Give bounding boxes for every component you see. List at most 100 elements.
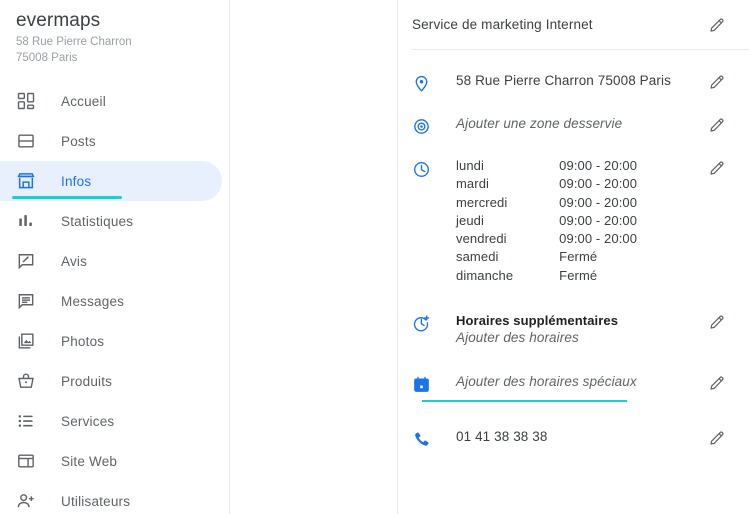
clock-plus-icon bbox=[412, 314, 431, 333]
storefront-icon bbox=[16, 171, 36, 191]
address-edit-cell bbox=[703, 72, 731, 91]
sidebar-item-label: Photos bbox=[61, 333, 105, 349]
brand-address-line-1: 58 Rue Pierre Charron bbox=[16, 36, 132, 48]
sidebar-item-label: Utilisateurs bbox=[61, 493, 131, 509]
extra-hours-placeholder: Ajouter des horaires bbox=[456, 330, 579, 346]
sidebar-item-label: Posts bbox=[61, 133, 96, 149]
bar-chart-icon bbox=[16, 211, 36, 231]
sidebar-item-services[interactable]: Services bbox=[0, 401, 229, 441]
target-pin-icon bbox=[412, 117, 431, 136]
hours-edit-cell bbox=[703, 158, 731, 177]
clock-icon bbox=[412, 160, 431, 179]
hours-row: samedi Fermé bbox=[456, 249, 637, 267]
hours-day: dimanche bbox=[456, 267, 514, 283]
phone-icon bbox=[412, 430, 431, 449]
extra-hours-edit-cell bbox=[703, 312, 731, 331]
message-icon bbox=[16, 291, 36, 311]
sidebar-item-label: Statistiques bbox=[61, 213, 134, 229]
hours-time: 09:00 - 20:00 bbox=[559, 231, 638, 247]
sidebar-item-avis[interactable]: Avis bbox=[0, 241, 229, 281]
location-pin-icon bbox=[412, 74, 431, 93]
extra-hours-body: Horaires supplémentaires Ajouter des hor… bbox=[456, 312, 703, 347]
pencil-icon[interactable] bbox=[708, 374, 726, 392]
hours-time: Fermé bbox=[559, 267, 598, 283]
basket-icon bbox=[16, 371, 36, 391]
pencil-icon[interactable] bbox=[708, 116, 726, 134]
phone-body: 01 41 38 38 38 bbox=[456, 428, 703, 446]
hours-day: lundi bbox=[456, 158, 484, 173]
sidebar-item-site-web[interactable]: Site Web bbox=[0, 441, 229, 481]
photo-icon bbox=[16, 331, 36, 351]
sidebar-item-utilisateurs[interactable]: Utilisateurs bbox=[0, 481, 229, 514]
dashboard-icon bbox=[16, 91, 36, 111]
hours-body: lundi 09:00 - 20:00 mardi 09:00 - 20:00 … bbox=[456, 158, 703, 286]
hours-row: lundi 09:00 - 20:00 bbox=[456, 158, 637, 176]
info-panel: Service de marketing Internet 58 Rue Pie… bbox=[398, 0, 749, 514]
brand-block: evermaps 58 Rue Pierre Charron 75008 Par… bbox=[0, 0, 229, 65]
hours-time: 09:00 - 20:00 bbox=[559, 194, 638, 210]
info-row-hours[interactable]: lundi 09:00 - 20:00 mardi 09:00 - 20:00 … bbox=[398, 136, 749, 286]
hours-row: vendredi 09:00 - 20:00 bbox=[456, 231, 637, 249]
special-hours-icon-cell bbox=[412, 373, 456, 394]
special-hours-edit-cell bbox=[703, 373, 731, 392]
brand-address-line-2: 75008 Paris bbox=[16, 51, 78, 64]
hours-day: mercredi bbox=[456, 194, 508, 210]
hours-time: 09:00 - 20:00 bbox=[559, 176, 638, 192]
calendar-icon bbox=[412, 375, 431, 394]
sidebar-item-statistiques[interactable]: Statistiques bbox=[0, 201, 229, 241]
sidebar-item-posts[interactable]: Posts bbox=[0, 121, 229, 161]
sidebar-item-accueil[interactable]: Accueil bbox=[0, 81, 229, 121]
sidebar-item-label: Messages bbox=[61, 293, 125, 309]
service-area-body: Ajouter une zone desservie bbox=[456, 115, 703, 133]
sidebar-item-messages[interactable]: Messages bbox=[0, 281, 229, 321]
list-icon bbox=[16, 411, 36, 431]
address-body: 58 Rue Pierre Charron 75008 Paris bbox=[456, 72, 703, 90]
special-hours-body[interactable]: Ajouter des horaires spéciaux bbox=[422, 373, 703, 403]
brand-name: evermaps bbox=[16, 10, 101, 31]
info-row-phone[interactable]: 01 41 38 38 38 bbox=[398, 402, 749, 449]
sidebar-item-label: Accueil bbox=[61, 93, 106, 109]
sidebar-item-infos[interactable]: Infos bbox=[0, 161, 222, 201]
pencil-icon[interactable] bbox=[708, 313, 726, 331]
info-row-extra-hours[interactable]: Horaires supplémentaires Ajouter des hor… bbox=[398, 286, 749, 347]
app-root: evermaps 58 Rue Pierre Charron 75008 Par… bbox=[0, 0, 749, 514]
pencil-icon[interactable] bbox=[708, 73, 726, 91]
special-hours-placeholder: Ajouter des horaires spéciaux bbox=[456, 374, 637, 390]
review-icon bbox=[16, 251, 36, 271]
selected-tab-underline bbox=[12, 196, 122, 199]
sidebar-item-label: Avis bbox=[61, 253, 88, 269]
sidebar-item-label: Services bbox=[61, 413, 115, 429]
category-edit-cell bbox=[703, 15, 731, 34]
info-row-category[interactable]: Service de marketing Internet bbox=[398, 0, 749, 49]
info-row-special-hours[interactable]: Ajouter des horaires spéciaux bbox=[398, 347, 749, 403]
sidebar-item-label: Infos bbox=[61, 173, 92, 189]
category-text: Service de marketing Internet bbox=[412, 16, 593, 32]
sidebar-item-produits[interactable]: Produits bbox=[0, 361, 229, 401]
pencil-icon[interactable] bbox=[708, 429, 726, 447]
person-add-icon bbox=[16, 491, 36, 511]
sidebar-item-label: Site Web bbox=[61, 453, 118, 469]
sidebar-item-label: Produits bbox=[61, 373, 113, 389]
info-row-address[interactable]: 58 Rue Pierre Charron 75008 Paris bbox=[398, 50, 749, 93]
extra-hours-title: Horaires supplémentaires bbox=[456, 313, 619, 329]
phone-text: 01 41 38 38 38 bbox=[456, 429, 548, 445]
address-text: 58 Rue Pierre Charron 75008 Paris bbox=[456, 73, 671, 88]
hours-day: samedi bbox=[456, 249, 499, 265]
pencil-icon[interactable] bbox=[708, 159, 726, 177]
website-icon bbox=[16, 451, 36, 471]
hours-time: 09:00 - 20:00 bbox=[559, 158, 638, 173]
hours-row: mardi 09:00 - 20:00 bbox=[456, 176, 637, 194]
sidebar: evermaps 58 Rue Pierre Charron 75008 Par… bbox=[0, 0, 230, 514]
phone-icon-cell bbox=[412, 428, 456, 449]
hours-icon-cell bbox=[412, 158, 456, 179]
extra-hours-icon-cell bbox=[412, 312, 456, 333]
service-area-icon-cell bbox=[412, 115, 456, 136]
sidebar-item-photos[interactable]: Photos bbox=[0, 321, 229, 361]
hours-row: mercredi 09:00 - 20:00 bbox=[456, 195, 637, 213]
middle-pane bbox=[230, 0, 398, 514]
hours-time: 09:00 - 20:00 bbox=[559, 212, 638, 228]
service-area-edit-cell bbox=[703, 115, 731, 134]
hours-day: vendredi bbox=[456, 231, 507, 247]
pencil-icon[interactable] bbox=[708, 16, 726, 34]
info-row-service-area[interactable]: Ajouter une zone desservie bbox=[398, 93, 749, 136]
